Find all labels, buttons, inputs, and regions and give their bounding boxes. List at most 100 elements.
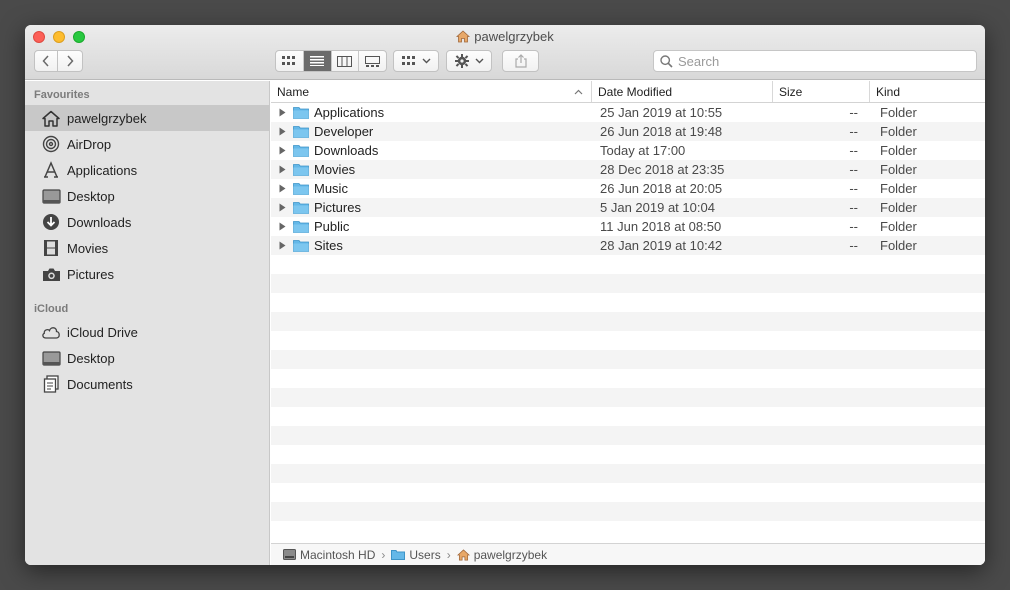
sidebar-item-label: Movies (67, 240, 109, 256)
file-row[interactable]: Movies 28 Dec 2018 at 23:35 -- Folder (271, 160, 985, 179)
window-title-text: pawelgrzybek (474, 29, 554, 44)
sidebar-item-label: AirDrop (67, 136, 112, 152)
chevron-down-icon (475, 58, 483, 64)
sidebar-item-airdrop[interactable]: AirDrop (25, 131, 269, 157)
gear-icon (454, 54, 469, 68)
file-date: 11 Jun 2018 at 08:50 (600, 219, 722, 234)
file-name: Sites (314, 238, 343, 253)
sidebar-item-desktop[interactable]: Desktop (25, 183, 269, 209)
disclosure-triangle-icon[interactable] (271, 127, 293, 136)
sidebar-item-label: Downloads (67, 214, 132, 230)
sidebar-item-label: iCloud Drive (67, 324, 138, 340)
file-size: -- (849, 200, 858, 215)
file-name: Downloads (314, 143, 379, 158)
share-button[interactable] (502, 50, 539, 72)
gallery-view-button[interactable] (359, 51, 386, 71)
file-kind: Folder (880, 200, 917, 215)
sidebar-item-pictures[interactable]: Pictures (25, 261, 269, 287)
empty-row (271, 331, 985, 350)
search-icon (660, 54, 673, 68)
empty-row (271, 388, 985, 407)
action-menu-button[interactable] (446, 50, 492, 72)
forward-button[interactable] (58, 50, 83, 72)
file-name: Music (314, 181, 348, 196)
search-input[interactable] (678, 53, 968, 69)
film-icon (41, 238, 61, 258)
sidebar-item-label: Documents (67, 376, 133, 392)
file-size: -- (849, 162, 858, 177)
file-size: -- (849, 105, 858, 120)
file-kind: Folder (880, 238, 917, 253)
disclosure-triangle-icon[interactable] (271, 165, 293, 174)
file-date: Today at 17:00 (600, 143, 686, 158)
column-header-date[interactable]: Date Modified (592, 81, 773, 102)
file-row[interactable]: Pictures 5 Jan 2019 at 10:04 -- Folder (271, 198, 985, 217)
disclosure-triangle-icon[interactable] (271, 184, 293, 193)
disclosure-triangle-icon[interactable] (271, 241, 293, 250)
chevron-left-icon (42, 55, 49, 67)
sidebar-item-downloads[interactable]: Downloads (25, 209, 269, 235)
disclosure-triangle-icon[interactable] (271, 108, 293, 117)
folder-icon (391, 550, 406, 560)
home-icon (456, 548, 470, 560)
list-icon (310, 56, 325, 66)
home-icon (456, 30, 471, 46)
list-view-button[interactable] (303, 51, 332, 71)
folder-icon (293, 106, 309, 119)
columns-icon (337, 55, 353, 67)
sidebar-item-label: Pictures (67, 266, 114, 282)
empty-row (271, 312, 985, 331)
home-icon (41, 108, 61, 128)
disclosure-triangle-icon[interactable] (271, 222, 293, 231)
file-row[interactable]: Developer 26 Jun 2018 at 19:48 -- Folder (271, 122, 985, 141)
window-title: pawelgrzybek (25, 29, 985, 46)
column-header-name[interactable]: Name (271, 81, 592, 102)
empty-row (271, 483, 985, 502)
file-name: Applications (314, 105, 385, 120)
file-size: -- (849, 219, 858, 234)
empty-row (271, 293, 985, 312)
toolbar: pawelgrzybek (25, 25, 985, 80)
path-segment-macintosh-hd[interactable]: Macintosh HD (283, 548, 375, 562)
desktop-icon (41, 186, 61, 206)
file-kind: Folder (880, 143, 917, 158)
sidebar-item-pawelgrzybek[interactable]: pawelgrzybek (25, 105, 269, 131)
back-button[interactable] (34, 50, 58, 72)
column-header-size[interactable]: Size (773, 81, 870, 102)
file-row[interactable]: Downloads Today at 17:00 -- Folder (271, 141, 985, 160)
column-view-button[interactable] (332, 51, 360, 71)
column-header-kind[interactable]: Kind (870, 81, 985, 102)
documents-icon (41, 374, 61, 394)
empty-row (271, 274, 985, 293)
sidebar: Favourites pawelgrzybek AirDrop Applicat… (25, 81, 270, 565)
hard-drive-icon (283, 549, 296, 560)
sidebar-item-movies[interactable]: Movies (25, 235, 269, 261)
sidebar-item-icloud-desktop[interactable]: Desktop (25, 345, 269, 371)
chevron-down-icon (422, 58, 430, 64)
path-segment-pawelgrzybek[interactable]: pawelgrzybek (456, 548, 547, 562)
file-row[interactable]: Sites 28 Jan 2019 at 10:42 -- Folder (271, 236, 985, 255)
sidebar-item-applications[interactable]: Applications (25, 157, 269, 183)
search-field[interactable] (653, 50, 977, 72)
finder-window: pawelgrzybek Search Favourites pawelgrzy… (25, 25, 985, 565)
icon-view-button[interactable] (276, 51, 304, 71)
sidebar-item-label: Applications (67, 162, 138, 178)
disclosure-triangle-icon[interactable] (271, 146, 293, 155)
file-kind: Folder (880, 181, 917, 196)
file-date: 28 Jan 2019 at 10:42 (600, 238, 723, 253)
sidebar-item-label: Desktop (67, 350, 115, 366)
path-bar: Macintosh HD › Users › pawelgrzybek (271, 543, 985, 565)
path-segment-users[interactable]: Users (391, 548, 441, 562)
file-row[interactable]: Music 26 Jun 2018 at 20:05 -- Folder (271, 179, 985, 198)
share-icon (514, 54, 527, 68)
file-kind: Folder (880, 219, 917, 234)
grid-icon (282, 56, 296, 65)
file-row[interactable]: Applications 25 Jan 2019 at 10:55 -- Folder (271, 103, 985, 122)
sidebar-item-documents[interactable]: Documents (25, 371, 269, 397)
gallery-icon (365, 55, 381, 67)
folder-icon (293, 144, 309, 157)
group-by-button[interactable] (393, 50, 439, 72)
sidebar-item-icloud-drive[interactable]: iCloud Drive (25, 319, 269, 345)
disclosure-triangle-icon[interactable] (271, 203, 293, 212)
file-row[interactable]: Public 11 Jun 2018 at 08:50 -- Folder (271, 217, 985, 236)
